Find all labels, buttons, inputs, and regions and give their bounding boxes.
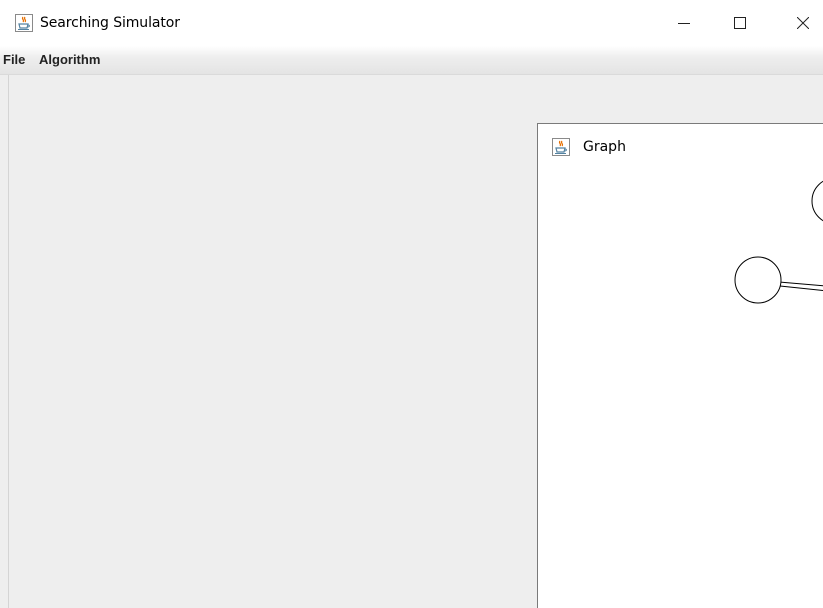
graph-node[interactable] [734, 256, 782, 304]
maximize-button[interactable] [717, 0, 763, 46]
graph-edge [779, 285, 823, 291]
graph-node[interactable] [811, 178, 823, 224]
close-button[interactable] [780, 0, 823, 46]
close-icon [797, 17, 809, 29]
minimize-icon [678, 23, 690, 24]
menu-bar: File Algorithm [0, 46, 823, 75]
maximize-icon [734, 17, 746, 29]
menu-file[interactable]: File [3, 52, 25, 67]
main-window: Searching Simulator File Algorithm Graph [0, 0, 823, 608]
title-bar[interactable]: Searching Simulator [0, 0, 823, 46]
window-title: Searching Simulator [40, 15, 180, 31]
minimize-button[interactable] [661, 0, 707, 46]
graph-frame[interactable]: Graph [537, 123, 823, 608]
java-cup-icon [15, 14, 33, 32]
graph-canvas[interactable] [538, 124, 823, 608]
menu-algorithm[interactable]: Algorithm [39, 52, 100, 67]
